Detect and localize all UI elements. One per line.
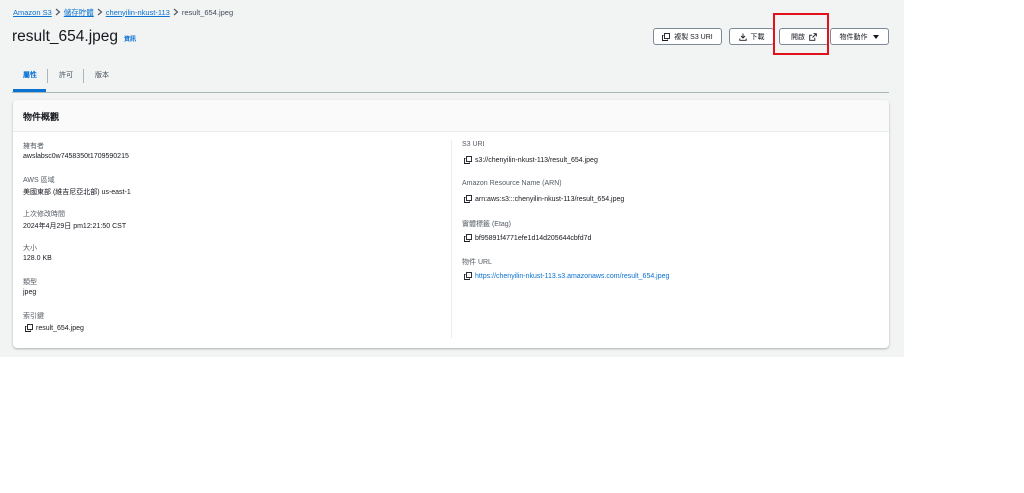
copy-icon[interactable]: [464, 156, 472, 164]
arn-value: arn:aws:s3:::chenyilin-nkust-113/result_…: [475, 195, 625, 203]
copy-icon[interactable]: [464, 234, 472, 242]
last-modified-label: 上次修改時間: [23, 211, 65, 218]
caret-down-icon: [872, 34, 879, 39]
column-divider: [451, 140, 452, 338]
s3-uri-row: s3://chenyilin-nkust-113/result_654.jpeg: [464, 156, 598, 164]
object-actions-dropdown[interactable]: 物件動作: [830, 28, 889, 45]
etag-row: bf95891f4771efe1d14d205644cbfd7d: [464, 234, 591, 242]
panel-title: 物件概觀: [23, 112, 60, 122]
object-url-row: https://chenyilin-nkust-113.s3.amazonaws…: [464, 272, 669, 280]
panel-header: 物件概觀: [13, 100, 889, 132]
tab-permissions[interactable]: 許可: [59, 70, 73, 80]
s3-uri-label: S3 URI: [462, 141, 485, 148]
object-name-heading: result_654.jpeg: [12, 28, 118, 45]
owner-label: 擁有者: [23, 143, 44, 150]
type-value: jpeg: [23, 289, 37, 296]
key-row: result_654.jpeg: [25, 324, 84, 332]
s3-uri-value: s3://chenyilin-nkust-113/result_654.jpeg: [475, 156, 598, 164]
region-label: AWS 區域: [23, 177, 55, 184]
chevron-right-icon: [94, 8, 106, 16]
chevron-right-icon: [170, 8, 182, 16]
key-label: 索引鍵: [23, 313, 44, 320]
tab-divider: [83, 69, 84, 83]
copy-s3-uri-button[interactable]: 複製 S3 URI: [653, 28, 722, 45]
page-title: result_654.jpeg 資訊: [12, 28, 136, 46]
download-button[interactable]: 下載: [729, 28, 774, 45]
active-tab-indicator: [13, 89, 46, 92]
type-label: 類型: [23, 279, 37, 286]
chevron-right-icon: [52, 8, 64, 16]
size-label: 大小: [23, 245, 37, 252]
open-button[interactable]: 開啟: [779, 28, 829, 45]
download-label: 下載: [750, 33, 765, 41]
copy-icon[interactable]: [25, 324, 33, 332]
copy-s3-uri-label: 複製 S3 URI: [674, 33, 713, 41]
copy-icon: [662, 32, 671, 41]
etag-label: 實體標籤 (Etag): [462, 221, 512, 228]
breadcrumb-amazon-s3[interactable]: Amazon S3: [13, 8, 52, 17]
tab-divider: [47, 69, 48, 83]
open-label: 開啟: [791, 33, 805, 41]
object-url-label: 物件 URL: [462, 259, 492, 266]
tab-versions[interactable]: 版本: [95, 70, 109, 80]
external-link-icon: [809, 32, 817, 41]
breadcrumb: Amazon S3 儲存貯體 chenyilin-nkust-113 resul…: [13, 6, 233, 18]
copy-icon[interactable]: [464, 195, 472, 203]
key-value: result_654.jpeg: [36, 324, 84, 332]
size-value: 128.0 KB: [23, 255, 52, 262]
copy-icon[interactable]: [464, 272, 472, 280]
s3-console: Amazon S3 儲存貯體 chenyilin-nkust-113 resul…: [0, 0, 904, 357]
breadcrumb-current-object: result_654.jpeg: [181, 7, 234, 17]
arn-row: arn:aws:s3:::chenyilin-nkust-113/result_…: [464, 195, 624, 203]
last-modified-value: 2024年4月29日 pm12:21:50 CST: [23, 223, 127, 230]
arn-label: Amazon Resource Name (ARN): [462, 180, 562, 187]
breadcrumb-buckets[interactable]: 儲存貯體: [64, 7, 94, 18]
object-url-link[interactable]: https://chenyilin-nkust-113.s3.amazonaws…: [475, 273, 669, 280]
info-link[interactable]: 資訊: [124, 34, 136, 43]
tab-list: 屬性 許可 版本: [12, 65, 889, 93]
download-icon: [738, 33, 747, 41]
region-value: 美國東部 (維吉尼亞北部) us-east-1: [23, 189, 131, 196]
owner-value: awslabsc0w7458350t1709590215: [23, 153, 129, 160]
etag-value: bf95891f4771efe1d14d205644cbfd7d: [475, 234, 592, 242]
object-actions-label: 物件動作: [839, 33, 868, 41]
tab-properties[interactable]: 屬性: [23, 70, 37, 80]
object-overview-panel: 物件概觀 擁有者 awslabsc0w7458350t1709590215 AW…: [13, 100, 889, 348]
breadcrumb-bucket-name[interactable]: chenyilin-nkust-113: [106, 8, 170, 17]
